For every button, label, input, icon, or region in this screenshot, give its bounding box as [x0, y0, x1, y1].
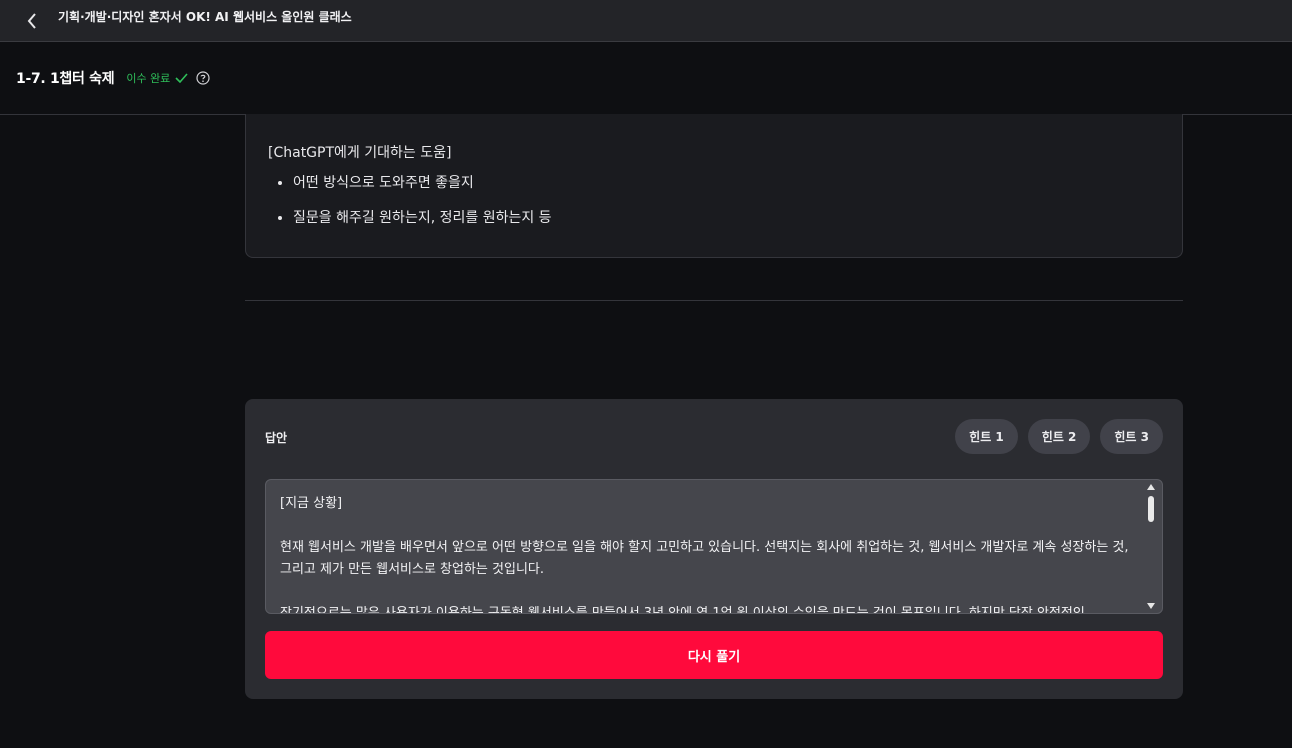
scroll-down-icon[interactable] — [1147, 603, 1155, 609]
hint-buttons: 힌트 1 힌트 2 힌트 3 — [955, 419, 1163, 454]
prompt-card: [ChatGPT에게 기대하는 도움] 어떤 방식으로 도와주면 좋을지 질문을… — [245, 114, 1183, 258]
status-badge: 이수 완료 — [126, 70, 188, 86]
scrollbar[interactable] — [1144, 480, 1162, 613]
section-divider — [245, 300, 1183, 301]
course-title: 기획·개발·디자인 혼자서 OK! AI 웹서비스 올인원 클래스 — [58, 10, 352, 24]
lesson-title: 1-7. 1챕터 숙제 — [16, 71, 115, 87]
scroll-up-icon[interactable] — [1147, 484, 1155, 490]
hint-1-button[interactable]: 힌트 1 — [955, 419, 1018, 454]
lesson-header: 1-7. 1챕터 숙제 이수 완료 — [0, 42, 1292, 115]
answer-textarea[interactable]: [지금 상황] 현재 웹서비스 개발을 배우면서 앞으로 어떤 방향으로 일을 … — [265, 479, 1163, 614]
answer-text: [지금 상황] 현재 웹서비스 개발을 배우면서 앞으로 어떤 방향으로 일을 … — [280, 496, 1129, 614]
scroll-thumb[interactable] — [1148, 496, 1154, 522]
status-label: 이수 완료 — [126, 72, 171, 85]
chevron-left-icon[interactable] — [21, 10, 43, 32]
top-bar: 기획·개발·디자인 혼자서 OK! AI 웹서비스 올인원 클래스 — [0, 0, 1292, 42]
list-item: 어떤 방식으로 도와주면 좋을지 — [293, 174, 1160, 192]
hint-3-button[interactable]: 힌트 3 — [1100, 419, 1163, 454]
list-item: 질문을 해주길 원하는지, 정리를 원하는지 등 — [293, 209, 1160, 227]
prompt-heading: [ChatGPT에게 기대하는 도움] — [268, 145, 452, 161]
hint-2-button[interactable]: 힌트 2 — [1027, 419, 1091, 454]
question-circle-icon[interactable] — [196, 71, 210, 85]
prompt-list: 어떤 방식으로 도와주면 좋을지 질문을 해주길 원하는지, 정리를 원하는지 … — [268, 174, 1160, 227]
answer-card: 답안 힌트 1 힌트 2 힌트 3 [지금 상황] 현재 웹서비스 개발을 배우… — [245, 399, 1183, 699]
retry-button[interactable]: 다시 풀기 — [265, 631, 1163, 679]
check-icon — [175, 73, 188, 83]
answer-label: 답안 — [265, 431, 288, 445]
